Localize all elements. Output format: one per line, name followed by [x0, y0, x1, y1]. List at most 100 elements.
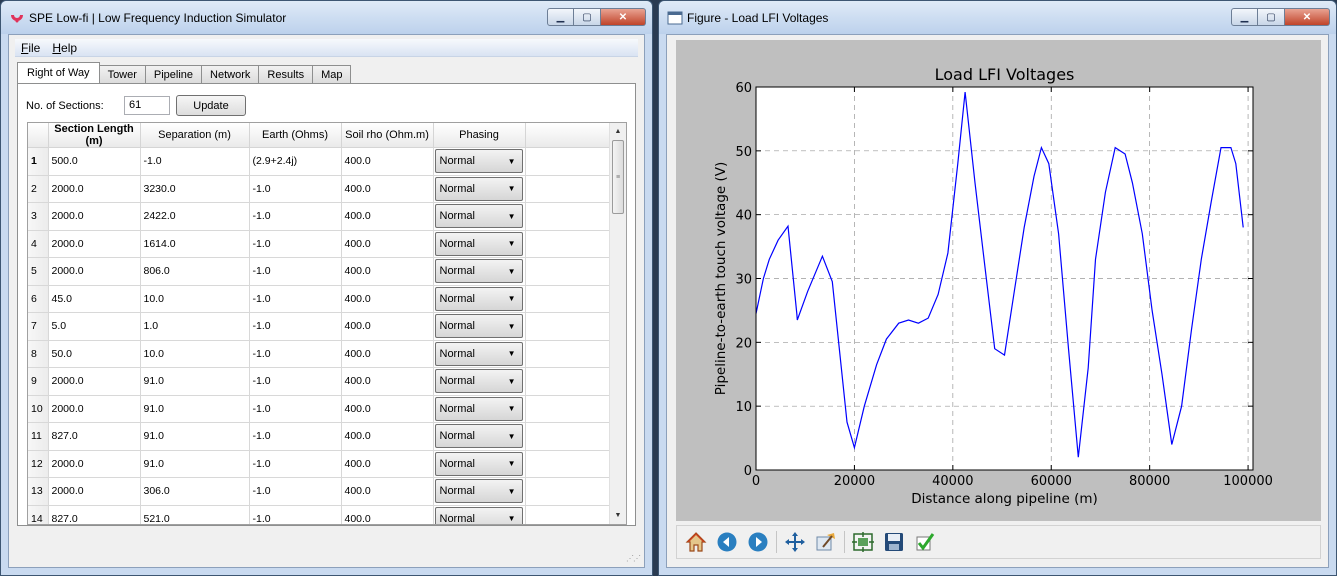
menu-help[interactable]: Help [52, 41, 77, 55]
earth-cell[interactable]: -1.0 [249, 340, 342, 368]
table-row[interactable]: 14 827.0 521.0 -1.0 400.0 Normal ▼ [28, 505, 611, 524]
row-number-cell[interactable]: 1 [28, 147, 49, 176]
section-length-cell[interactable]: 827.0 [48, 422, 141, 451]
section-length-cell[interactable]: 500.0 [48, 147, 141, 176]
phasing-dropdown[interactable]: Normal ▼ [434, 204, 523, 229]
minimize-button[interactable]: ▁ [547, 8, 574, 26]
figure-maximize-button[interactable]: ▢ [1258, 8, 1285, 26]
earth-cell[interactable]: -1.0 [249, 395, 342, 423]
section-length-cell[interactable]: 2000.0 [48, 257, 141, 286]
table-row[interactable]: 4 2000.0 1614.0 -1.0 400.0 Normal ▼ [28, 230, 611, 258]
soil-rho-cell[interactable]: 400.0 [341, 505, 434, 524]
figure-titlebar[interactable]: Figure - Load LFI Voltages ▁ ▢ ✕ [659, 1, 1336, 34]
phasing-dropdown[interactable]: Normal ▼ [434, 369, 523, 394]
tab-tower[interactable]: Tower [98, 65, 146, 83]
section-length-cell[interactable]: 45.0 [48, 285, 141, 313]
table-row[interactable]: 12 2000.0 91.0 -1.0 400.0 Normal ▼ [28, 450, 611, 478]
figure-canvas[interactable]: 0 20000 40000 60000 80000 100000 0 10 20 30 40 50 60… [676, 40, 1321, 521]
row-number-cell[interactable]: 12 [28, 450, 49, 478]
phasing-dropdown[interactable]: Normal ▼ [434, 396, 523, 421]
sections-input[interactable]: 61 [124, 96, 170, 115]
row-number-cell[interactable]: 9 [28, 367, 49, 396]
earth-cell[interactable]: -1.0 [249, 505, 342, 524]
earth-cell[interactable]: -1.0 [249, 175, 342, 203]
phasing-dropdown[interactable]: Normal ▼ [434, 424, 523, 449]
table-row[interactable]: 8 50.0 10.0 -1.0 400.0 Normal ▼ [28, 340, 611, 368]
subplots-button[interactable] [850, 529, 876, 555]
soil-rho-cell[interactable]: 400.0 [341, 312, 434, 341]
soil-rho-cell[interactable]: 400.0 [341, 422, 434, 451]
table-row[interactable]: 3 2000.0 2422.0 -1.0 400.0 Normal ▼ [28, 202, 611, 231]
separation-cell[interactable]: 3230.0 [140, 175, 250, 203]
tab-network[interactable]: Network [201, 65, 260, 83]
zoom-button[interactable] [813, 529, 839, 555]
phasing-dropdown[interactable]: Normal ▼ [434, 286, 523, 311]
section-length-cell[interactable]: 827.0 [48, 505, 141, 524]
col-header-earth[interactable]: Earth (Ohms) [249, 123, 342, 148]
table-row[interactable]: 10 2000.0 91.0 -1.0 400.0 Normal ▼ [28, 395, 611, 423]
section-length-cell[interactable]: 2000.0 [48, 450, 141, 478]
figure-close-button[interactable]: ✕ [1285, 8, 1330, 26]
update-button[interactable]: Update [176, 95, 246, 116]
soil-rho-cell[interactable]: 400.0 [341, 257, 434, 286]
soil-rho-cell[interactable]: 400.0 [341, 230, 434, 258]
soil-rho-cell[interactable]: 400.0 [341, 285, 434, 313]
table-row[interactable]: 1 500.0 -1.0 (2.9+2.4j) 400.0 Normal ▼ [28, 147, 611, 176]
soil-rho-cell[interactable]: 400.0 [341, 175, 434, 203]
row-number-cell[interactable]: 5 [28, 257, 49, 286]
separation-cell[interactable]: 806.0 [140, 257, 250, 286]
main-titlebar[interactable]: SPE Low-fi | Low Frequency Induction Sim… [1, 1, 652, 34]
soil-rho-cell[interactable]: 400.0 [341, 147, 434, 176]
row-number-cell[interactable]: 13 [28, 477, 49, 506]
soil-rho-cell[interactable]: 400.0 [341, 395, 434, 423]
scroll-up-icon[interactable]: ▲ [610, 123, 626, 140]
phasing-dropdown[interactable]: Normal ▼ [434, 451, 523, 476]
phasing-dropdown[interactable]: Normal ▼ [434, 259, 523, 284]
corner-header[interactable] [28, 123, 49, 148]
earth-cell[interactable]: -1.0 [249, 312, 342, 341]
row-number-cell[interactable]: 6 [28, 285, 49, 313]
pan-button[interactable] [782, 529, 808, 555]
row-number-cell[interactable]: 10 [28, 395, 49, 423]
table-row[interactable]: 11 827.0 91.0 -1.0 400.0 Normal ▼ [28, 422, 611, 451]
separation-cell[interactable]: 91.0 [140, 450, 250, 478]
row-number-cell[interactable]: 2 [28, 175, 49, 203]
earth-cell[interactable]: -1.0 [249, 285, 342, 313]
row-number-cell[interactable]: 4 [28, 230, 49, 258]
col-header-section-length[interactable]: Section Length (m) [48, 123, 141, 148]
phasing-dropdown[interactable]: Normal ▼ [434, 176, 523, 201]
earth-cell[interactable]: -1.0 [249, 202, 342, 231]
section-length-cell[interactable]: 2000.0 [48, 477, 141, 506]
separation-cell[interactable]: 91.0 [140, 395, 250, 423]
row-number-cell[interactable]: 14 [28, 505, 49, 524]
home-button[interactable] [683, 529, 709, 555]
soil-rho-cell[interactable]: 400.0 [341, 340, 434, 368]
separation-cell[interactable]: 10.0 [140, 285, 250, 313]
tab-results[interactable]: Results [258, 65, 314, 83]
table-row[interactable]: 5 2000.0 806.0 -1.0 400.0 Normal ▼ [28, 257, 611, 286]
earth-cell[interactable]: -1.0 [249, 367, 342, 396]
separation-cell[interactable]: 10.0 [140, 340, 250, 368]
table-row[interactable]: 13 2000.0 306.0 -1.0 400.0 Normal ▼ [28, 477, 611, 506]
section-length-cell[interactable]: 2000.0 [48, 395, 141, 423]
phasing-dropdown[interactable]: Normal ▼ [434, 231, 523, 256]
row-number-cell[interactable]: 11 [28, 422, 49, 451]
table-row[interactable]: 7 5.0 1.0 -1.0 400.0 Normal ▼ [28, 312, 611, 341]
row-number-cell[interactable]: 8 [28, 340, 49, 368]
soil-rho-cell[interactable]: 400.0 [341, 367, 434, 396]
earth-cell[interactable]: -1.0 [249, 257, 342, 286]
section-length-cell[interactable]: 2000.0 [48, 175, 141, 203]
apply-button[interactable] [912, 529, 938, 555]
separation-cell[interactable]: 91.0 [140, 422, 250, 451]
figure-minimize-button[interactable]: ▁ [1231, 8, 1258, 26]
section-length-cell[interactable]: 2000.0 [48, 367, 141, 396]
section-length-cell[interactable]: 2000.0 [48, 202, 141, 231]
back-button[interactable] [714, 529, 740, 555]
maximize-button[interactable]: ▢ [574, 8, 601, 26]
phasing-dropdown[interactable]: Normal ▼ [434, 341, 523, 366]
separation-cell[interactable]: 306.0 [140, 477, 250, 506]
col-header-separation[interactable]: Separation (m) [140, 123, 250, 148]
table-row[interactable]: 2 2000.0 3230.0 -1.0 400.0 Normal ▼ [28, 175, 611, 203]
earth-cell[interactable]: (2.9+2.4j) [249, 147, 342, 176]
tab-pipeline[interactable]: Pipeline [144, 65, 203, 83]
